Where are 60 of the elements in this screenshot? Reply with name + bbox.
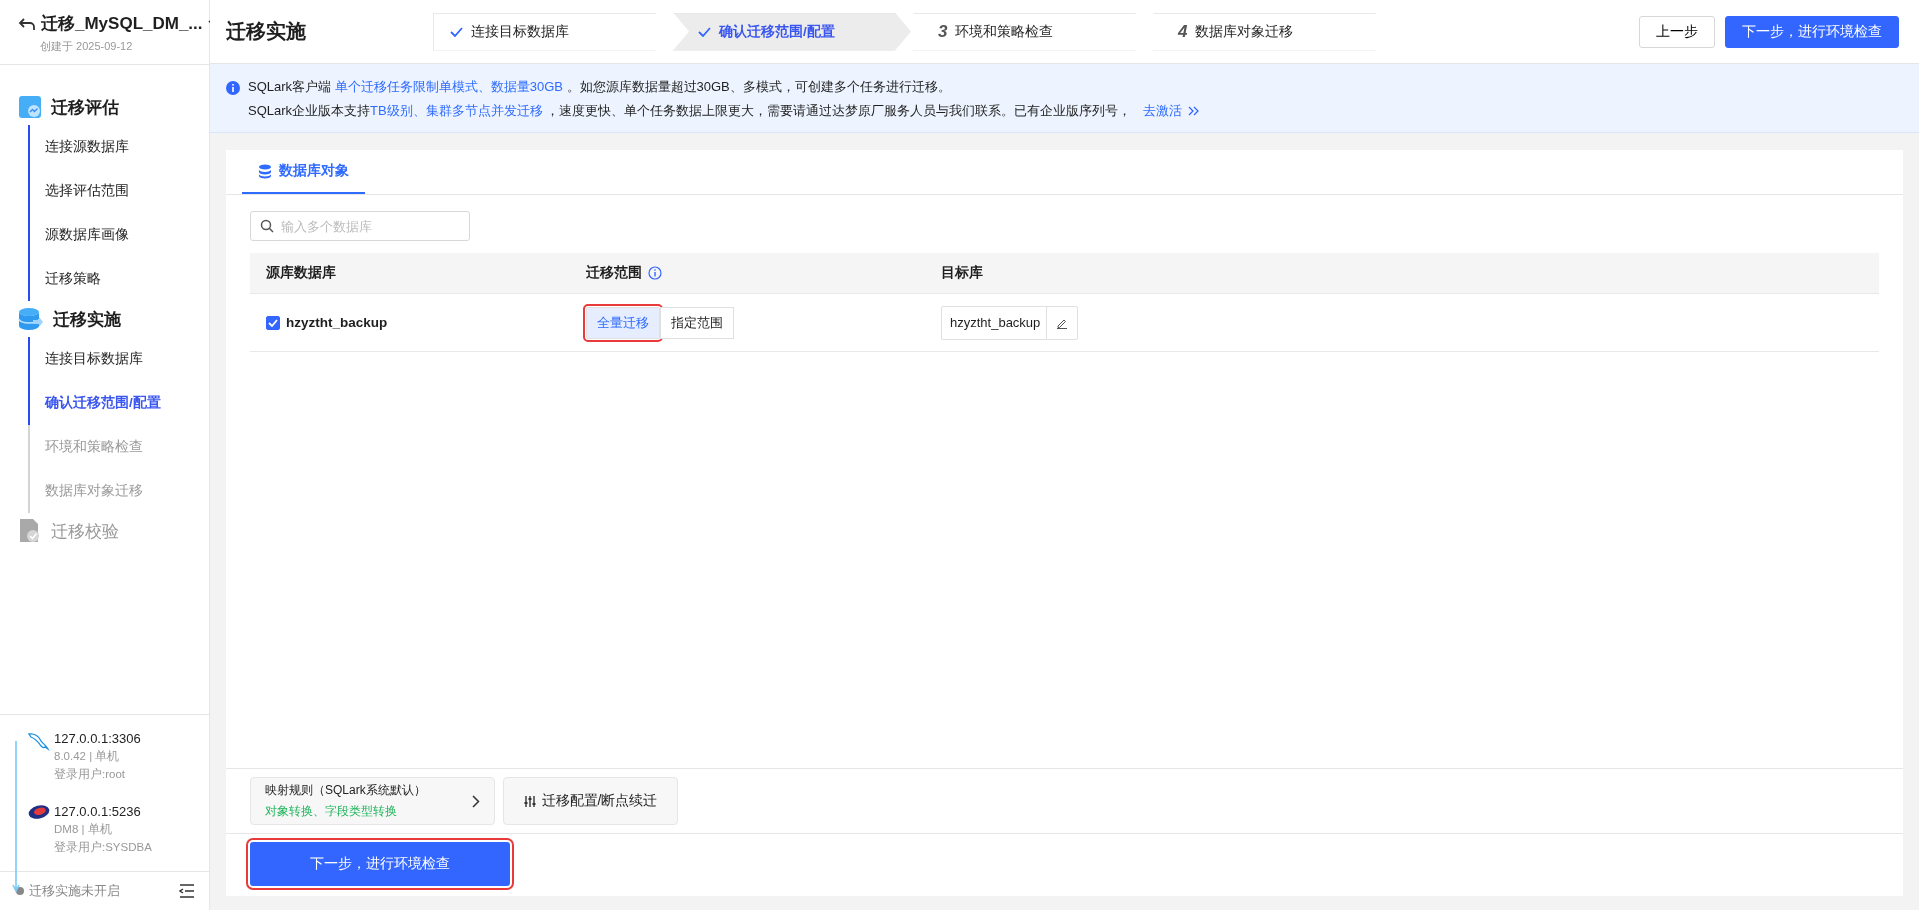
next-button[interactable]: 下一步，进行环境检查 [1725,15,1899,48]
connection-version: 8.0.42 | 单机 [54,749,121,764]
connection-user: 登录用户:root [54,767,126,782]
step-number: 3 [938,21,948,42]
step-number: 4 [1178,21,1188,42]
project-title: 迁移_MySQL_DM_... [41,13,203,35]
back-icon[interactable] [18,15,36,32]
database-icon [18,307,44,331]
check-icon [698,26,711,37]
chart-icon [18,95,42,119]
connection-user: 登录用户:SYSDBA [54,840,152,855]
mapping-title: 映射规则（SQLark系统默认） [265,782,426,799]
stage-title[interactable]: 迁移评估 [51,95,119,119]
tab[interactable]: 数据库对象 [242,150,365,194]
connection-address: 127.0.0.1:5236 [54,804,142,819]
step-label: 环境和策略检查 [955,22,1054,41]
notice-text: SQLark客户端 单个迁移任务限制单模式、数据量30GB 。如您源库数据量超过30GB、多模式，可创建多个任务进行迁移。 [248,78,951,96]
sliders-icon [523,794,536,808]
nav-item[interactable]: 源数据库画像 [28,213,209,257]
database-icon [258,163,272,179]
status-dot [16,887,24,895]
page-title: 迁移实施 [226,19,307,44]
database-logo-icon [28,804,50,820]
nav-item[interactable]: 连接目标数据库 [28,337,209,381]
wizard-step[interactable]: 确认迁移范围/配置 [673,12,911,51]
nav-item[interactable]: 选择评估范围 [28,169,209,213]
step-label: 连接目标数据库 [471,22,569,41]
previous-button[interactable]: 上一步 [1639,15,1715,48]
notice-text: SQLark企业版本支持TB级别、集群多节点并发迁移 ，速度更快、单个任务数据上限更大，需要请通过达梦原厂服务人员与我们联系。已有企业版序列号， [248,102,1132,120]
info-icon[interactable] [648,266,662,280]
scope-option[interactable]: 指定范围 [660,306,734,339]
collapse-icon[interactable] [179,884,195,898]
nav-item[interactable]: 迁移策略 [28,257,209,301]
chevron-right-icon [472,794,480,808]
scope-option[interactable]: 全量迁移 [586,306,660,339]
column-header: 源库数据库 [266,264,336,282]
database-name: hzyztht_backup [286,315,388,330]
checked-document-icon [18,518,42,544]
nav-item[interactable]: 确认迁移范围/配置 [28,381,209,425]
status-text: 迁移实施未开启 [29,882,121,900]
column-header: 目标库 [941,264,983,282]
search-icon [260,219,274,233]
mapping-rules-button[interactable]: 映射规则（SQLark系统默认） 对象转换、字段类型转换 [250,777,495,825]
mapping-detail: 对象转换、字段类型转换 [265,803,397,820]
connection-address: 127.0.0.1:3306 [54,731,141,746]
checkbox[interactable] [266,315,280,330]
check-icon [450,26,463,37]
connection-version: DM8 | 单机 [54,822,113,837]
step-label: 数据库对象迁移 [1195,22,1294,41]
info-icon [226,81,240,95]
search-field[interactable]: 输入多个数据库 [250,211,470,241]
step-label: 确认迁移范围/配置 [719,22,835,41]
column-header: 迁移范围 [586,264,642,282]
stage-title[interactable]: 迁移实施 [53,307,121,331]
target-field[interactable]: hzyztht_backup [941,305,1079,340]
activate-link[interactable]: 去激活 [1143,102,1183,120]
config-button[interactable]: 迁移配置/断点续迁 [503,777,678,825]
double-chevron-icon[interactable] [1188,106,1201,116]
nav-item[interactable]: 连接源数据库 [28,125,209,169]
created-date: 创建于 2025-09-12 [39,39,134,54]
